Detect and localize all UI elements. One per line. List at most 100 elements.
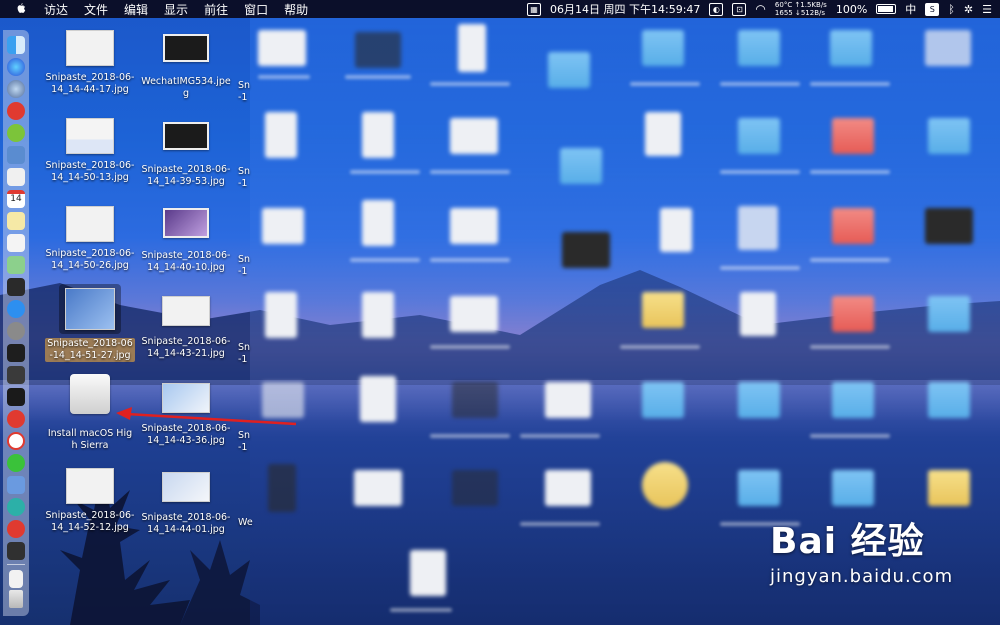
file-thumbnail: [163, 208, 209, 238]
terminal-2-icon[interactable]: [7, 388, 25, 406]
desktop-file-selected[interactable]: Snipaste_2018-06-14_14-51-27.jpg: [45, 284, 135, 362]
partial-label[interactable]: We: [238, 517, 253, 529]
app-red-icon[interactable]: [7, 102, 25, 120]
file-thumbnail: [66, 118, 114, 154]
app-dark-icon[interactable]: [7, 542, 25, 560]
baidu-watermark: Bai 经验 jingyan.baidu.com: [770, 512, 953, 587]
app-store-icon[interactable]: [7, 300, 25, 318]
desktop-file[interactable]: Snipaste_2018-06-14_14-50-13.jpg: [45, 118, 135, 184]
file-thumbnail: [163, 34, 209, 62]
selection-highlight: [59, 284, 121, 334]
menu-help[interactable]: 帮助: [284, 1, 308, 18]
dock-separator: [7, 564, 25, 565]
calendar-icon[interactable]: ▦: [527, 2, 542, 16]
cpu-temp: 60°C: [774, 1, 793, 9]
file-label: Snipaste_2018-06-14_14-44-01.jpg: [141, 512, 231, 535]
downloads-stack-icon[interactable]: [9, 570, 23, 588]
desktop-file[interactable]: Snipaste_2018-06-14_14-44-01.jpg: [141, 472, 231, 536]
activity-monitor-icon[interactable]: [7, 344, 25, 362]
net-up: ↑1.5KB/s: [794, 1, 827, 9]
partial-label[interactable]: -1: [238, 442, 247, 454]
partial-label[interactable]: Sn: [238, 80, 250, 92]
apple-menu-icon[interactable]: [14, 2, 28, 16]
file-label: Snipaste_2018-06-14_14-43-21.jpg: [141, 336, 231, 359]
desktop-file[interactable]: Snipaste_2018-06-14_14-39-53.jpg: [141, 122, 231, 188]
finder-icon[interactable]: [7, 36, 25, 54]
partial-label[interactable]: -1: [238, 354, 247, 366]
maps-icon[interactable]: [7, 256, 25, 274]
bluetooth-icon[interactable]: ᛒ: [948, 3, 955, 16]
dock: 14: [3, 30, 29, 616]
weibo-icon[interactable]: [7, 520, 25, 538]
notification-center-icon[interactable]: ☰: [982, 3, 992, 16]
menu-edit[interactable]: 编辑: [124, 1, 148, 18]
textedit-icon[interactable]: [7, 234, 25, 252]
desktop-file[interactable]: Snipaste_2018-06-14_14-43-21.jpg: [141, 296, 231, 360]
menu-bar: 访达 文件 编辑 显示 前往 窗口 帮助 ▦ 06月14日 周四 下午14:59…: [0, 0, 1000, 18]
file-thumbnail: [162, 296, 210, 326]
net-down: ↓512B/s: [794, 9, 826, 17]
trash-icon[interactable]: [9, 590, 23, 608]
preview-icon[interactable]: [7, 146, 25, 164]
yandex-icon[interactable]: [7, 432, 25, 450]
file-label: Snipaste_2018-06-14_14-52-12.jpg: [45, 510, 135, 533]
file-thumbnail: [163, 122, 209, 150]
menu-file[interactable]: 文件: [84, 1, 108, 18]
file-thumbnail: [66, 206, 114, 242]
desktop-file[interactable]: Snipaste_2018-06-14_14-52-12.jpg: [45, 468, 135, 534]
menu-go[interactable]: 前往: [204, 1, 228, 18]
partial-label[interactable]: Sn: [238, 254, 250, 266]
terminal-icon[interactable]: [7, 278, 25, 296]
notes-icon[interactable]: [7, 212, 25, 230]
partial-label[interactable]: -1: [238, 178, 247, 190]
desktop-file[interactable]: WechatIMG534.jpeg: [141, 34, 231, 100]
red-arrow-annotation: [116, 407, 297, 426]
photos-icon[interactable]: [7, 168, 25, 186]
status-area: ▦ 06月14日 周四 下午14:59:47 ◐ ⊡ ◠ 60°C ↑1.5KB…: [527, 0, 992, 18]
file-thumbnail: [66, 468, 114, 504]
clipboard-icon[interactable]: ⊡: [732, 2, 747, 16]
siri-icon[interactable]: [7, 58, 25, 76]
calendar-app-icon[interactable]: 14: [7, 190, 25, 208]
watermark-url: jingyan.baidu.com: [770, 566, 954, 587]
date-time[interactable]: 06月14日 周四 下午14:59:47: [550, 1, 700, 17]
partial-label[interactable]: -1: [238, 266, 247, 278]
menu-view[interactable]: 显示: [164, 1, 188, 18]
screenshot-icon[interactable]: [7, 476, 25, 494]
partial-label[interactable]: -1: [238, 92, 247, 104]
desktop-file[interactable]: Snipaste_2018-06-14_14-50-26.jpg: [45, 206, 135, 272]
partial-label[interactable]: Sn: [238, 342, 250, 354]
android-icon[interactable]: [7, 124, 25, 142]
partial-label[interactable]: Sn: [238, 166, 250, 178]
sogou-icon[interactable]: S: [925, 2, 940, 16]
menu-window[interactable]: 窗口: [244, 1, 268, 18]
spotlight-icon[interactable]: ✲: [964, 3, 973, 16]
vivaldi-icon[interactable]: [7, 410, 25, 428]
wechat-menu-icon[interactable]: ◐: [709, 2, 724, 16]
desktop-file[interactable]: Snipaste_2018-06-14_14-40-10.jpg: [141, 208, 231, 274]
wifi-icon[interactable]: ◠: [755, 2, 765, 16]
system-preferences-icon[interactable]: [7, 322, 25, 340]
battery-icon[interactable]: [876, 4, 897, 14]
file-label: WechatIMG534.jpeg: [141, 76, 231, 99]
fan-speed: 1655: [774, 9, 793, 17]
file-label: Snipaste_2018-06-14_14-39-53.jpg: [141, 164, 231, 187]
file-label: Snipaste_2018-06-14_14-44-17.jpg: [45, 72, 135, 95]
system-stats[interactable]: 60°C ↑1.5KB/s 1655 ↓512B/s: [775, 1, 827, 17]
file-label: Snipaste_2018-06-14_14-40-10.jpg: [141, 250, 231, 273]
file-thumbnail: [162, 472, 210, 502]
battery-percent[interactable]: 100%: [836, 3, 867, 16]
console-icon[interactable]: [7, 366, 25, 384]
menu-finder[interactable]: 访达: [44, 1, 68, 18]
file-thumbnail: [66, 30, 114, 66]
file-thumbnail: [65, 288, 115, 330]
file-label: Snipaste_2018-06-14_14-50-13.jpg: [45, 160, 135, 183]
file-label: Snipaste_2018-06-14_14-50-26.jpg: [45, 248, 135, 271]
launchpad-icon[interactable]: [7, 80, 25, 98]
app-teal-icon[interactable]: [7, 498, 25, 516]
input-method[interactable]: 中: [905, 1, 916, 17]
file-label: Snipaste_2018-06-14_14-51-27.jpg: [45, 338, 135, 362]
desktop-file[interactable]: Snipaste_2018-06-14_14-44-17.jpg: [45, 30, 135, 96]
disk-image-icon: [70, 374, 110, 414]
wechat-icon[interactable]: [7, 454, 25, 472]
